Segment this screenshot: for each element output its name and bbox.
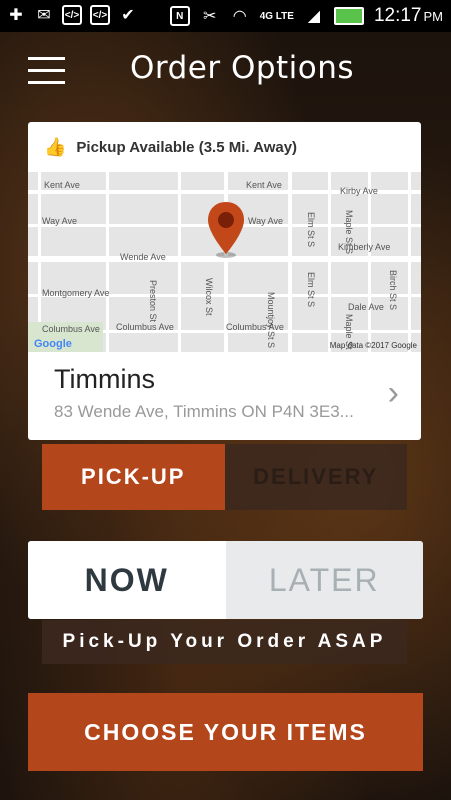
mute-icon: ✂	[202, 8, 217, 25]
street-label: Kent Ave	[44, 180, 80, 190]
nfc-icon: N	[169, 6, 190, 26]
clock-time: 12:17	[373, 5, 422, 26]
signal-icon: ◢	[307, 8, 321, 25]
location-pin-icon	[208, 202, 244, 258]
street-label: Way Ave	[248, 216, 284, 226]
map-attribution: Map data ©2017 Google	[329, 341, 417, 350]
fulfillment-tabs: PICK-UP DELIVERY	[42, 444, 407, 510]
street-label: Columbus Ave	[42, 324, 100, 334]
time-tabs: NOW LATER	[28, 541, 423, 619]
pickup-availability: 👍 Pickup Available (3.5 Mi. Away)	[28, 122, 421, 172]
store-address: 83 Wende Ave, Timmins ON P4N 3E3...	[54, 402, 354, 421]
street-label: Elm St S	[306, 212, 316, 248]
street-label: Maple St S	[344, 210, 354, 255]
chevron-right-icon: ›	[387, 374, 399, 412]
store-location-row[interactable]: Timmins 83 Wende Ave, Timmins ON P4N 3E3…	[28, 352, 421, 440]
tab-now[interactable]: NOW	[28, 541, 226, 619]
tab-pickup[interactable]: PICK-UP	[42, 444, 225, 510]
network-label: 4G LTE	[259, 10, 294, 22]
street-label: Preston St	[148, 280, 158, 323]
mail-icon: ✉	[37, 7, 51, 24]
street-label: Montgomery Ave	[42, 288, 110, 298]
street-label: Columbus Ave	[116, 322, 174, 332]
map[interactable]: Kent Ave Kent Ave Kirby Ave Way Ave Way Ave K…	[28, 172, 421, 352]
store-city: Timmins	[54, 364, 155, 394]
street-label: Kirby Ave	[340, 186, 378, 196]
street-label: Kent Ave	[246, 180, 282, 190]
location-card: 👍 Pickup Available (3.5 Mi. Away) Kent A…	[28, 122, 421, 440]
tab-later[interactable]: LATER	[225, 541, 423, 619]
street-label: Dale Ave	[348, 302, 384, 312]
choose-items-button[interactable]: CHOOSE YOUR ITEMS	[28, 693, 423, 771]
street-label: Birch St S	[388, 270, 398, 311]
add-icon: ✚	[9, 7, 23, 24]
clock-ampm: PM	[423, 9, 444, 24]
street-label: Wende Ave	[120, 252, 166, 262]
street-label: Mountjoy St S	[266, 292, 276, 349]
google-logo: Google	[34, 338, 72, 350]
code-icon: </>	[62, 5, 82, 25]
tab-delivery[interactable]: DELIVERY	[224, 444, 407, 510]
battery-icon	[333, 7, 364, 25]
page-title: Order Options	[130, 50, 355, 86]
thumbs-up-icon: 👍	[44, 136, 67, 157]
header: Order Options	[0, 32, 451, 112]
street-label: Way Ave	[42, 216, 78, 226]
code-icon: </>	[90, 5, 110, 25]
pickup-availability-text: Pickup Available (3.5 Mi. Away)	[76, 138, 298, 156]
wifi-icon: ◠	[232, 8, 247, 25]
status-bar: ✚ ✉ </> </> ✔ N ✂ ◠ 4G LTE ◢ 12:17 PM	[0, 0, 451, 32]
asap-message: Pick-Up Your Order ASAP	[42, 620, 407, 664]
menu-icon[interactable]	[28, 57, 65, 85]
check-icon: ✔	[121, 7, 135, 24]
street-label: Wilcox St	[204, 278, 214, 316]
street-label: Elm St S	[306, 272, 316, 308]
